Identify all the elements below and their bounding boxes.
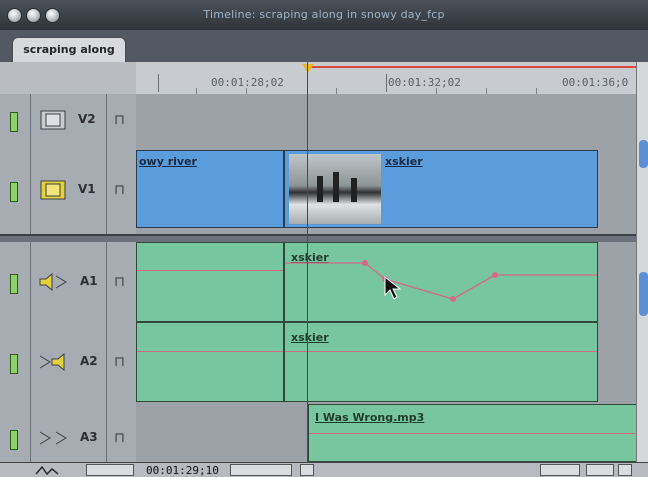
audio-level-line[interactable]: [309, 433, 635, 434]
ruler-timecode: 00:01:28;02: [211, 76, 284, 89]
lock-icon[interactable]: ⊓: [114, 430, 126, 446]
playhead-line: [307, 62, 308, 462]
audio-clip[interactable]: xskier: [284, 322, 598, 402]
track-visibility-icon[interactable]: [10, 354, 18, 374]
ruler-timecode: 00:01:36;0: [562, 76, 629, 89]
lock-icon[interactable]: ⊓: [114, 112, 126, 128]
scroll-left-button[interactable]: [300, 464, 314, 476]
pen-cursor-icon: [384, 275, 402, 300]
lock-icon[interactable]: ⊓: [114, 182, 126, 198]
video-clip[interactable]: xskier: [284, 150, 598, 228]
track-a1-content[interactable]: xskier: [136, 242, 636, 322]
audio-clip[interactable]: [136, 242, 284, 322]
track-a3: A3 ⊓ I Was Wrong.mp3: [0, 402, 636, 463]
ruler-header-corner: [0, 62, 137, 94]
speaker-icon[interactable]: [38, 428, 68, 448]
track-visibility-icon[interactable]: [10, 182, 18, 202]
audio-level-line[interactable]: [137, 351, 283, 352]
clip-name: xskier: [385, 155, 423, 168]
ruler-timecode: 00:01:32;02: [388, 76, 461, 89]
window-title: Timeline: scraping along in snowy day_fc…: [203, 8, 445, 21]
track-header: A2 ⊓: [0, 322, 137, 402]
zoom-slider[interactable]: [230, 464, 292, 476]
track-label: A2: [80, 354, 98, 368]
track-label: V1: [78, 182, 96, 196]
track-header: V1 ⊓: [0, 148, 137, 234]
film-strip-icon[interactable]: [40, 110, 66, 130]
track-a2: A2 ⊓ xskier: [0, 322, 636, 403]
track-v2: V2 ⊓: [0, 94, 636, 149]
current-timecode[interactable]: 00:01:29;10: [146, 464, 219, 477]
audio-clip[interactable]: I Was Wrong.mp3: [308, 404, 636, 462]
track-v1: V1 ⊓ owy river xskier: [0, 148, 636, 235]
audio-level-line[interactable]: [137, 270, 283, 271]
audio-scroll-thumb[interactable]: [639, 272, 648, 316]
sequence-tab-bar: scraping along: [0, 30, 648, 63]
track-a3-content[interactable]: I Was Wrong.mp3: [136, 402, 636, 462]
waveform-toggle-icon[interactable]: [34, 464, 62, 477]
time-ruler[interactable]: 00:01:28;02 00:01:32;02 00:01:36;0: [136, 62, 636, 95]
video-clip[interactable]: owy river: [136, 150, 284, 228]
lock-icon[interactable]: ⊓: [114, 354, 126, 370]
track-visibility-icon[interactable]: [10, 112, 18, 132]
audio-keyframe-line[interactable]: [285, 243, 597, 321]
audio-clip[interactable]: [136, 322, 284, 402]
clip-name: owy river: [139, 155, 197, 168]
track-v2-content[interactable]: [136, 94, 636, 148]
speaker-icon[interactable]: [38, 272, 68, 292]
track-visibility-icon[interactable]: [10, 274, 18, 294]
film-strip-icon[interactable]: [40, 180, 66, 200]
tab-sequence[interactable]: scraping along: [12, 37, 126, 63]
zoom-control-icon[interactable]: [86, 464, 134, 476]
track-header: A3 ⊓: [0, 402, 137, 462]
ruler-tick: [386, 74, 387, 92]
speaker-icon[interactable]: [38, 352, 68, 372]
audio-level-line[interactable]: [285, 351, 597, 352]
track-label: A1: [80, 274, 98, 288]
horizontal-scroll-track[interactable]: [586, 464, 614, 476]
track-a1: A1 ⊓ xskier: [0, 242, 636, 323]
horizontal-scroll-thumb[interactable]: [540, 464, 580, 476]
video-scroll-thumb[interactable]: [639, 140, 648, 168]
clip-thumbnail: [289, 154, 381, 224]
track-v1-content[interactable]: owy river xskier: [136, 148, 636, 234]
vertical-scrollbar[interactable]: [636, 62, 648, 462]
track-label: V2: [78, 112, 96, 126]
scroll-right-button[interactable]: [618, 464, 632, 476]
clip-name: I Was Wrong.mp3: [315, 411, 425, 424]
clip-name: xskier: [291, 331, 329, 344]
track-label: A3: [80, 430, 98, 444]
in-out-range-bar: [306, 66, 636, 68]
track-header: A1 ⊓: [0, 242, 137, 322]
playhead-icon[interactable]: [302, 64, 314, 73]
audio-clip[interactable]: xskier: [284, 242, 598, 322]
timeline-footer: 00:01:29;10: [0, 462, 648, 477]
track-a2-content[interactable]: xskier: [136, 322, 636, 402]
title-bar: Timeline: scraping along in snowy day_fc…: [0, 0, 648, 31]
track-header: V2 ⊓: [0, 94, 137, 148]
track-visibility-icon[interactable]: [10, 430, 18, 450]
timeline-window: Timeline: scraping along in snowy day_fc…: [0, 0, 648, 477]
lock-icon[interactable]: ⊓: [114, 274, 126, 290]
